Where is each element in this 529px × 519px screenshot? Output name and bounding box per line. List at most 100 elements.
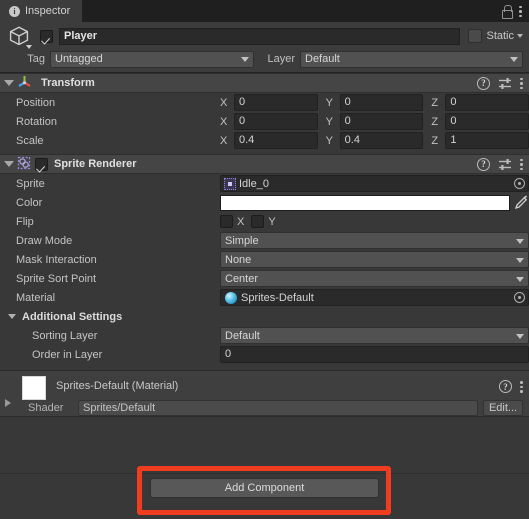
shader-edit-button[interactable]: Edit... [483,400,523,416]
order-in-layer-row: Order in Layer 0 [0,345,529,364]
transform-body: Position X 0 Y 0 Z 0 Rotation X 0 Y 0 Z … [0,93,529,154]
color-label: Color [16,196,43,209]
cube-icon[interactable] [8,25,34,51]
sprite-renderer-enabled-checkbox[interactable] [35,157,48,171]
axis-x-label: X [220,115,228,128]
gameobject-name-row: Player Static [6,26,523,49]
shader-row: Shader Sprites/Default Edit... [6,399,523,417]
flip-x-checkbox[interactable] [220,215,233,228]
position-x-input[interactable]: 0 [234,94,318,111]
axis-x-label: X [220,134,228,147]
component-header-sprite-renderer[interactable]: Sprite Renderer ? [0,154,529,174]
tag-dropdown-value: Untagged [55,53,103,65]
material-object-field[interactable]: Sprites-Default [220,289,529,306]
scale-x-input[interactable]: 0.4 [234,132,318,149]
mask-interaction-dropdown[interactable]: None [220,251,529,268]
inspector-window: i Inspector Player Static Tag Untagged L… [0,0,529,519]
scale-y-input[interactable]: 0.4 [339,132,424,149]
sprite-renderer-icon [17,156,31,173]
info-icon: i [9,5,20,17]
material-preview-title: Sprites-Default (Material) [56,380,179,392]
eyedropper-icon[interactable] [514,195,529,210]
component-header-actions: ? [477,157,523,171]
lock-icon[interactable] [501,5,513,19]
kebab-menu-icon[interactable] [520,158,523,171]
shader-value: Sprites/Default [83,402,156,414]
sprite-sort-point-row: Sprite Sort Point Center [0,269,529,288]
order-in-layer-input[interactable]: 0 [220,346,529,363]
kebab-menu-icon[interactable] [519,5,522,18]
position-z-input[interactable]: 0 [445,94,529,111]
flip-y-checkbox[interactable] [251,215,265,228]
tab-inspector-label: Inspector [25,5,71,17]
component-header-actions: ? [477,76,523,90]
preset-slider-icon[interactable] [498,158,512,171]
tab-bar-actions [501,0,529,22]
kebab-menu-icon[interactable] [520,77,523,90]
rotation-z-input[interactable]: 0 [445,113,529,130]
component-title-transform: Transform [41,77,95,89]
flip-x-label: X [237,215,245,228]
additional-settings-foldout[interactable]: Additional Settings [0,307,529,326]
chevron-down-icon [241,57,249,62]
material-row: Material Sprites-Default [0,288,529,307]
draw-mode-dropdown[interactable]: Simple [220,232,529,249]
material-sphere-icon [225,291,237,304]
sprite-asset-icon [224,177,236,190]
tab-bar-empty-area [82,0,501,22]
sprite-sort-point-value: Center [225,272,259,285]
rotation-x-input[interactable]: 0 [234,113,318,130]
preset-slider-icon[interactable] [498,77,512,90]
tab-bar: i Inspector [0,0,529,22]
foldout-triangle-icon[interactable] [4,80,14,86]
tag-dropdown[interactable]: Untagged [50,50,254,68]
draw-mode-label: Draw Mode [16,234,73,247]
color-swatch-field[interactable] [220,194,510,211]
transform-scale-row: Scale X 0.4 Y 0.4 Z 1 [0,131,529,150]
material-value: Sprites-Default [241,291,314,304]
static-checkbox[interactable] [468,29,483,43]
object-picker-icon[interactable] [514,178,525,189]
material-preview-actions: ? [499,376,523,393]
help-icon[interactable]: ? [477,76,490,90]
foldout-triangle-icon [8,314,16,319]
axis-y-label: Y [325,115,334,128]
kebab-menu-icon[interactable] [520,380,523,393]
shader-label: Shader [28,402,64,414]
foldout-triangle-icon[interactable] [4,161,14,167]
static-toggle-group[interactable]: Static [468,29,523,43]
sorting-layer-row: Sorting Layer Default [0,326,529,345]
chevron-down-icon[interactable] [517,34,523,38]
rotation-label: Rotation [16,115,57,128]
sprite-sort-point-dropdown[interactable]: Center [220,270,529,287]
sorting-layer-label: Sorting Layer [32,329,98,342]
position-label: Position [16,96,56,109]
chevron-down-icon [516,333,524,339]
sprite-value: Idle_0 [239,177,269,190]
color-row: Color [0,193,529,212]
scale-z-input[interactable]: 1 [445,132,529,149]
help-icon[interactable]: ? [477,157,490,171]
shader-dropdown[interactable]: Sprites/Default [78,400,478,416]
tab-inspector[interactable]: i Inspector [0,0,83,22]
draw-mode-row: Draw Mode Simple [0,231,529,250]
position-y-input[interactable]: 0 [339,94,424,111]
sprite-sort-point-label: Sprite Sort Point [16,272,97,285]
flip-row: Flip X Y [0,212,529,231]
triangle-right-icon[interactable] [5,399,11,407]
static-label: Static [486,30,514,42]
sorting-layer-dropdown[interactable]: Default [220,327,529,344]
gameobject-name-input[interactable]: Player [59,27,461,45]
transform-axis-icon [17,74,32,92]
layer-dropdown[interactable]: Default [300,50,523,68]
add-component-button[interactable]: Add Component [150,478,379,498]
help-icon[interactable]: ? [499,380,512,393]
tag-label: Tag [27,53,45,65]
gameobject-enabled-checkbox[interactable] [40,29,53,43]
component-header-transform[interactable]: Transform ? [0,73,529,93]
sprite-object-field[interactable]: Idle_0 [220,175,529,192]
rotation-y-input[interactable]: 0 [339,113,424,130]
divider [0,473,529,474]
object-picker-icon[interactable] [514,292,525,303]
layer-label: Layer [267,53,295,65]
